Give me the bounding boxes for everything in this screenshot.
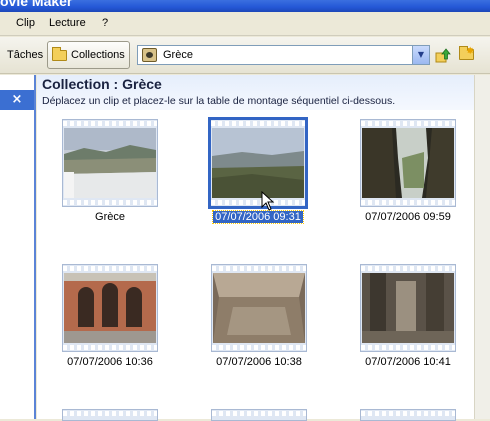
film-strip-bottom [63, 345, 157, 350]
clip-label: 07/07/2006 10:36 [67, 356, 153, 368]
clip-image [362, 128, 454, 198]
clip-frame [360, 264, 456, 352]
clip-thumbnail-partial[interactable] [56, 403, 176, 421]
vertical-scrollbar[interactable] [474, 75, 490, 419]
clip-image [212, 128, 304, 198]
collection-subtitle: Déplacez un clip et placez-le sur la tab… [42, 95, 396, 107]
task-pane: × [0, 75, 36, 419]
taches-button[interactable]: Tâches [0, 41, 44, 69]
film-strip-top [361, 121, 455, 126]
film-strip-bottom [63, 200, 157, 205]
film-strip-bottom [212, 345, 306, 350]
film-strip-top [63, 411, 157, 416]
clip-image [64, 128, 156, 198]
mouse-cursor-icon [261, 191, 275, 211]
collection-select[interactable]: Grèce ▼ [137, 45, 430, 65]
film-strip-top [63, 121, 157, 126]
clip-label: 07/07/2006 09:59 [365, 211, 451, 223]
film-strip-top [212, 411, 306, 416]
menu-bar: Clip Lecture ? [0, 12, 490, 36]
film-strip-bottom [361, 200, 455, 205]
film-strip-top [361, 411, 455, 416]
collection-title: Collection : Grèce [42, 76, 162, 92]
clip-label: 07/07/2006 10:38 [216, 356, 302, 368]
clip-frame [211, 409, 307, 421]
task-pane-edge [34, 75, 36, 419]
clip-thumbnail[interactable]: 07/07/2006 10:38 [205, 258, 325, 368]
close-icon[interactable]: × [0, 90, 34, 110]
clip-frame [211, 264, 307, 352]
clip-image [64, 273, 156, 343]
clip-frame [360, 409, 456, 421]
clip-thumbnail[interactable]: 07/07/2006 09:59 [354, 113, 474, 223]
folder-icon [52, 46, 67, 61]
menu-lecture[interactable]: Lecture [49, 17, 86, 29]
collections-label: Collections [71, 49, 125, 61]
title-bar: ovie Maker [0, 0, 490, 12]
clip-thumbnail[interactable]: 07/07/2006 10:41 [354, 258, 474, 368]
film-strip-top [211, 121, 305, 126]
clip-thumbnail[interactable]: Grèce [56, 113, 176, 223]
menu-help[interactable]: ? [102, 17, 108, 29]
collection-film-icon [142, 48, 157, 62]
clip-frame [62, 409, 158, 421]
toolbar: Tâches Collections Grèce ▼ ✸ [0, 37, 490, 74]
clip-thumbnail-partial[interactable] [205, 403, 325, 421]
clip-frame [62, 264, 158, 352]
clip-thumbnail-partial[interactable] [354, 403, 474, 421]
collection-header: Collection : Grèce Déplacez un clip et p… [37, 75, 490, 110]
film-strip-top [212, 266, 306, 271]
menu-clip[interactable]: Clip [16, 17, 35, 29]
clip-image [362, 273, 454, 343]
new-folder-icon[interactable]: ✸ [458, 46, 474, 64]
window-title: ovie Maker [0, 0, 73, 9]
clip-label: Grèce [95, 211, 125, 223]
film-strip-bottom [361, 345, 455, 350]
clip-thumbnail[interactable]: 07/07/2006 10:36 [56, 258, 176, 368]
clip-image [213, 273, 305, 343]
collections-button[interactable]: Collections [47, 41, 130, 69]
collection-content: Collection : Grèce Déplacez un clip et p… [37, 75, 490, 421]
collection-select-value: Grèce [163, 49, 193, 61]
taches-label: Tâches [7, 49, 44, 61]
clip-frame [62, 119, 158, 207]
film-strip-bottom [211, 200, 305, 205]
film-strip-top [63, 266, 157, 271]
clip-frame [208, 117, 308, 209]
clip-frame [360, 119, 456, 207]
clip-label: 07/07/2006 10:41 [365, 356, 451, 368]
film-strip-top [361, 266, 455, 271]
up-folder-icon[interactable] [435, 48, 451, 64]
star-icon: ✸ [466, 46, 475, 57]
clip-label: 07/07/2006 09:31 [212, 210, 304, 224]
chevron-down-icon[interactable]: ▼ [412, 46, 429, 64]
